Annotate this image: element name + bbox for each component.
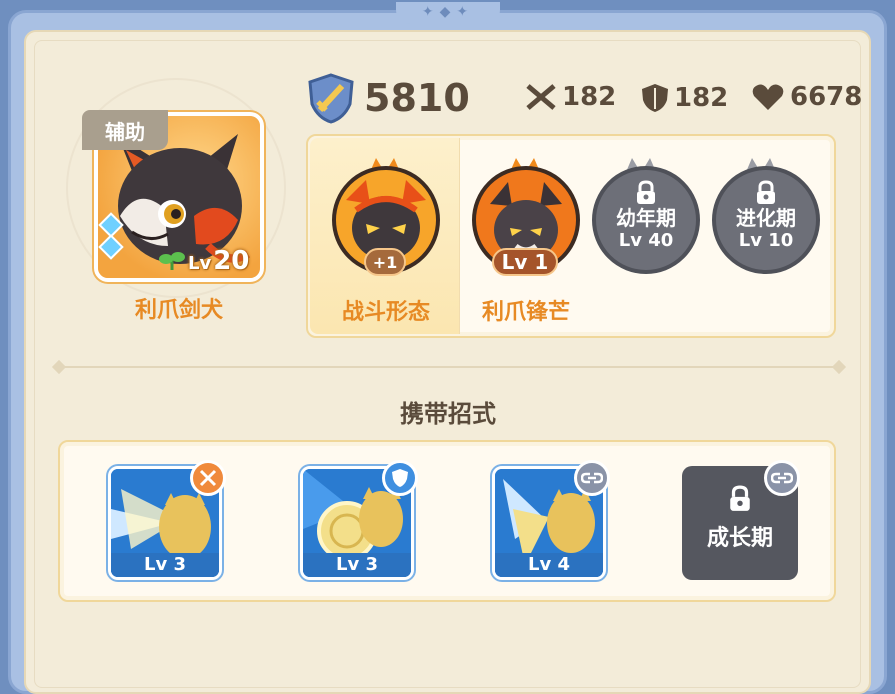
level-prefix: Lv — [188, 253, 212, 274]
link-icon — [764, 460, 800, 496]
shield-icon — [382, 460, 418, 496]
level-value: 20 — [213, 246, 250, 276]
sprout-icon — [159, 252, 185, 270]
power-shield-icon — [308, 73, 354, 124]
attack-cancel-icon — [190, 460, 226, 496]
move-level: Lv 3 — [111, 553, 219, 577]
attack-stat: 182 — [524, 82, 616, 112]
pet-name: 利爪剑犬 — [134, 298, 223, 323]
crossed-swords-icon — [526, 84, 556, 110]
stage-level: Lv 40 — [618, 230, 674, 251]
role-tag: 辅助 — [82, 110, 168, 150]
stage-name: 进化期 — [736, 206, 796, 230]
lock-icon — [757, 180, 775, 204]
defense-stat: 182 — [640, 82, 728, 114]
defense-value: 182 — [674, 83, 729, 113]
moves-section-title: 携带招式 — [400, 400, 496, 428]
form-level-badge: Lv 1 — [492, 248, 558, 276]
pet-level: Lv 20 — [188, 246, 249, 276]
stage-level: Lv 10 — [738, 230, 794, 251]
form-label-claw[interactable]: 利爪锋芒 — [466, 294, 586, 326]
heart-icon — [752, 84, 784, 110]
locked-stage-juvenile[interactable]: 幼年期 Lv 40 — [592, 166, 700, 274]
lock-icon — [730, 485, 750, 511]
link-icon — [574, 460, 610, 496]
move-level: Lv 4 — [495, 553, 603, 577]
stage-name: 幼年期 — [616, 206, 676, 230]
hp-value: 6678 — [790, 82, 863, 112]
hp-stat: 6678 — [750, 82, 862, 112]
locked-move-label: 成长期 — [706, 526, 773, 551]
form-label-battle[interactable]: 战斗形态 — [326, 294, 446, 326]
locked-stage-evolution[interactable]: 进化期 Lv 10 — [712, 166, 820, 274]
shield-icon — [642, 84, 668, 112]
attack-value: 182 — [562, 82, 617, 112]
section-divider — [58, 366, 840, 368]
power-value: 5810 — [364, 76, 470, 120]
form-upgrade-badge: +1 — [364, 248, 406, 276]
lock-icon — [637, 180, 655, 204]
move-level: Lv 3 — [303, 553, 411, 577]
frame-ornament: ✦◆✦ — [396, 2, 500, 24]
rank-diamonds — [98, 212, 124, 272]
diamond-icon — [98, 234, 124, 260]
